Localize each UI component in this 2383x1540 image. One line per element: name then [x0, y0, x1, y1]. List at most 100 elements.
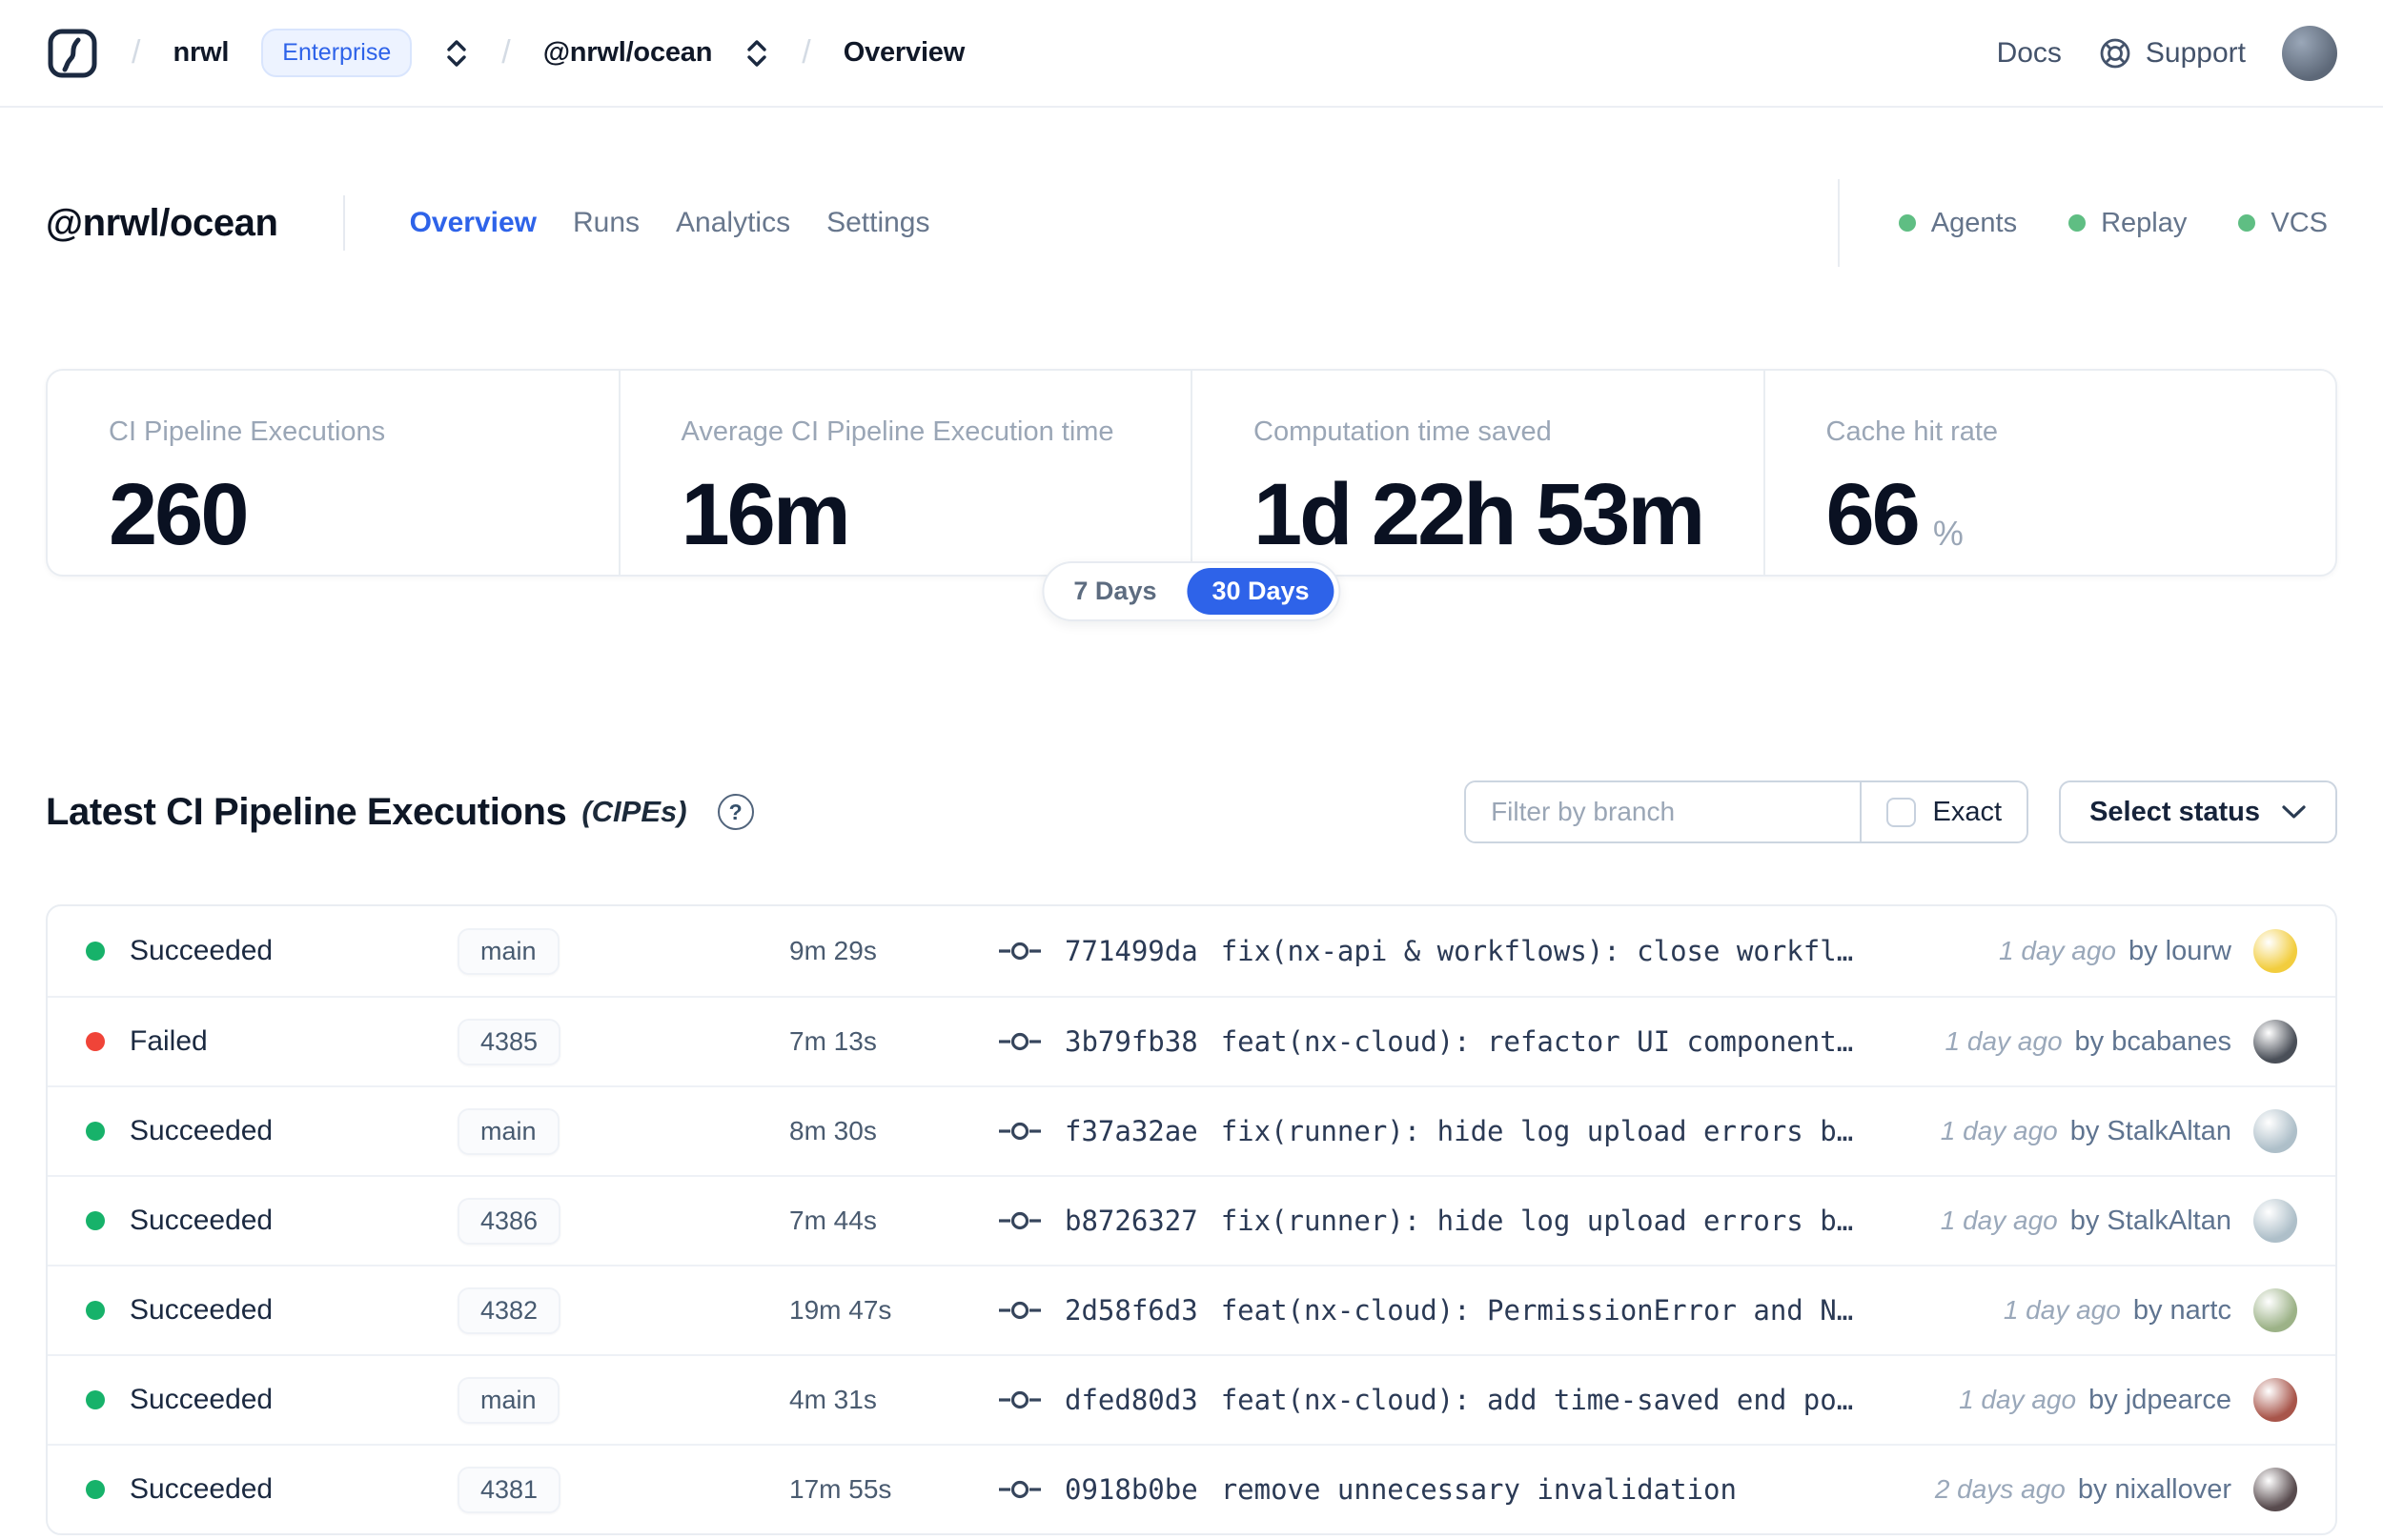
commit-message: fix(runner): hide log upload errors b… [1220, 1205, 1854, 1237]
status-label: Failed [130, 1025, 208, 1057]
duration: 7m 44s [789, 1206, 877, 1235]
nx-cloud-logo-icon[interactable] [46, 27, 99, 80]
time-ago: 1 day ago [1959, 1385, 2077, 1414]
stat-card-executions: CI Pipeline Executions 260 [48, 371, 619, 575]
workspace-header: @nrwl/ocean Overview Runs Analytics Sett… [46, 179, 2337, 267]
exact-label: Exact [1932, 796, 2003, 827]
commit-cell: 771499da fix(nx-api & workflows): close … [998, 935, 1887, 967]
time-ago: 1 day ago [1940, 1116, 2058, 1145]
avatar [2253, 1288, 2297, 1332]
git-commit-icon [999, 1032, 1041, 1051]
stats-cards: CI Pipeline Executions 260 Average CI Pi… [46, 369, 2337, 621]
git-commit-icon [999, 1390, 1041, 1409]
toggle-7-days[interactable]: 7 Days [1049, 568, 1181, 615]
breadcrumb-workspace[interactable]: @nrwl/ocean [543, 37, 713, 69]
meta-cell: 1 day ago by StalkAltan [1887, 1109, 2297, 1153]
time-ago: 1 day ago [2003, 1295, 2121, 1325]
duration: 17m 55s [789, 1474, 892, 1504]
breadcrumb-page: Overview [843, 37, 966, 68]
duration: 19m 47s [789, 1295, 892, 1325]
commit-cell: b8726327 fix(runner): hide log upload er… [998, 1205, 1887, 1237]
stat-label: Average CI Pipeline Execution time [681, 416, 1114, 447]
breadcrumb-separator: / [132, 34, 141, 71]
workspace-switcher-chevrons-icon[interactable] [744, 36, 769, 71]
status-dot [2068, 214, 2087, 232]
git-commit-icon [999, 1301, 1041, 1320]
duration: 9m 29s [789, 936, 877, 965]
tab-settings[interactable]: Settings [826, 207, 929, 239]
author: by nixallover [2077, 1473, 2231, 1505]
table-row[interactable]: Succeeded 4382 19m 47s 2d58f6d3 feat(nx-… [48, 1265, 2335, 1354]
git-commit-icon [999, 1122, 1041, 1141]
user-avatar[interactable] [2282, 25, 2337, 81]
table-row[interactable]: Succeeded main 4m 31s dfed80d3 feat(nx-c… [48, 1354, 2335, 1444]
table-row[interactable]: Succeeded main 9m 29s 771499da fix(nx-ap… [48, 906, 2335, 996]
stat-label: Cache hit rate [1825, 416, 1999, 447]
select-status-dropdown[interactable]: Select status [2059, 780, 2337, 843]
git-commit-icon [999, 942, 1041, 961]
commit-message: fix(nx-api & workflows): close workfl… [1220, 935, 1854, 967]
support-link[interactable]: Support [2098, 36, 2246, 71]
status-label: Succeeded [130, 1205, 274, 1236]
meta-cell: 1 day ago by nartc [1887, 1288, 2297, 1332]
branch-cell: 4382 [458, 1287, 789, 1334]
breadcrumb-org[interactable]: nrwl [173, 37, 229, 69]
status-dot [86, 1390, 105, 1409]
branch-cell: 4386 [458, 1197, 789, 1245]
status-cell: Succeeded [86, 935, 458, 967]
meta-cell: 1 day ago by StalkAltan [1887, 1199, 2297, 1243]
stat-label: Computation time saved [1253, 416, 1552, 447]
commit-message: remove unnecessary invalidation [1220, 1473, 1737, 1506]
table-row[interactable]: Succeeded 4381 17m 55s 0918b0be remove u… [48, 1444, 2335, 1533]
branch-filter-input[interactable] [1466, 782, 1861, 841]
meta-cell: 1 day ago by bcabanes [1887, 1020, 2297, 1064]
divider [1837, 179, 1840, 267]
status-label: Succeeded [130, 1384, 274, 1415]
branch-badge: main [458, 927, 560, 975]
stat-value: 1d 22h 53m [1253, 466, 1705, 563]
avatar [2253, 1378, 2297, 1422]
tab-analytics[interactable]: Analytics [676, 207, 790, 239]
status-vcs[interactable]: VCS [2238, 208, 2328, 239]
time-ago: 1 day ago [1940, 1206, 2058, 1235]
status-replay[interactable]: Replay [2068, 208, 2187, 239]
select-status-label: Select status [2089, 796, 2260, 827]
meta-cell: 2 days ago by nixallover [1887, 1468, 2297, 1511]
git-commit-icon [999, 1480, 1041, 1499]
help-icon[interactable]: ? [717, 794, 754, 830]
status-label: Succeeded [130, 935, 274, 966]
author: by StalkAltan [2069, 1205, 2231, 1236]
exact-filter: Exact [1862, 797, 2027, 828]
tab-runs[interactable]: Runs [573, 207, 640, 239]
commit-hash: 0918b0be [1065, 1473, 1198, 1506]
status-dot [86, 1301, 105, 1320]
git-commit-icon [999, 1211, 1041, 1230]
meta-cell: 1 day ago by lourw [1887, 929, 2297, 973]
docs-link[interactable]: Docs [1997, 37, 2062, 70]
commit-cell: 3b79fb38 feat(nx-cloud): refactor UI com… [998, 1025, 1887, 1058]
commit-hash: f37a32ae [1065, 1115, 1198, 1147]
org-switcher-chevrons-icon[interactable] [444, 36, 469, 71]
branch-badge: main [458, 1107, 560, 1155]
tab-overview[interactable]: Overview [410, 207, 537, 239]
author: by nartc [2132, 1294, 2231, 1326]
toggle-30-days[interactable]: 30 Days [1187, 568, 1334, 615]
status-cell: Failed [86, 1025, 458, 1058]
breadcrumb: / nrwl Enterprise / @nrwl/ocean / Overvi… [46, 27, 965, 80]
support-label: Support [2145, 36, 2246, 69]
lifebuoy-icon [2100, 38, 2130, 68]
status-label: Replay [2101, 207, 2188, 238]
stat-card-cache-hit: Cache hit rate 66 % [1762, 371, 2336, 575]
status-label: Succeeded [130, 1473, 274, 1505]
exact-checkbox[interactable] [1885, 797, 1916, 827]
status-label: Succeeded [130, 1294, 274, 1326]
table-row[interactable]: Succeeded 4386 7m 44s b8726327 fix(runne… [48, 1175, 2335, 1265]
enterprise-badge: Enterprise [261, 29, 413, 77]
status-agents[interactable]: Agents [1898, 208, 2017, 239]
date-range-toggle: 7 Days 30 Days [1042, 561, 1341, 621]
commit-hash: 771499da [1065, 935, 1198, 967]
nav-actions: Docs Support [1997, 25, 2337, 81]
stat-value: 66 % [1825, 466, 1964, 563]
table-row[interactable]: Succeeded main 8m 30s f37a32ae fix(runne… [48, 1085, 2335, 1175]
table-row[interactable]: Failed 4385 7m 13s 3b79fb38 feat(nx-clou… [48, 996, 2335, 1085]
